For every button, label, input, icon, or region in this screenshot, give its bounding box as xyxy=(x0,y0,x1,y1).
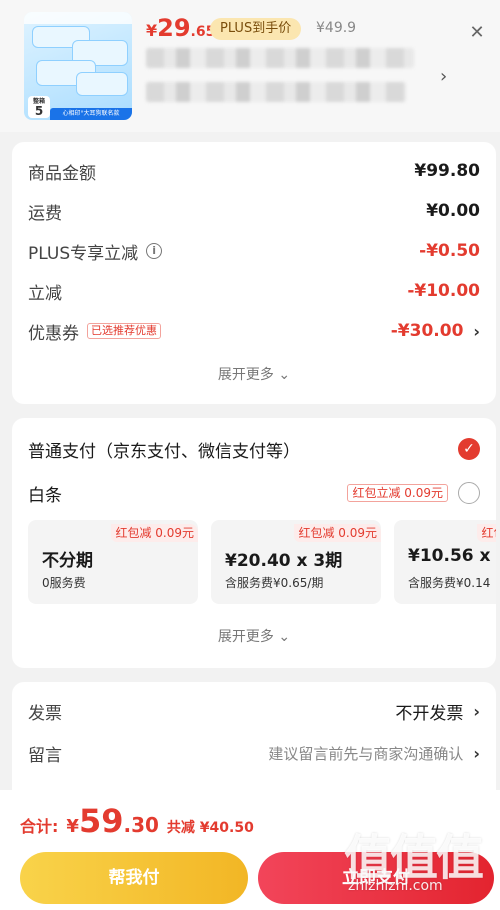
plan-main-text: 不分期 xyxy=(42,551,93,571)
chevron-right-icon: › xyxy=(473,701,480,721)
summary-value: ¥99.80 xyxy=(414,161,480,181)
payment-option-normal[interactable]: 普通支付（京东支付、微信支付等） ✓ xyxy=(28,434,480,464)
chevron-right-icon: › xyxy=(473,321,480,341)
original-price: ¥49.9 xyxy=(316,20,357,36)
invoice-label: 发票 xyxy=(28,703,62,724)
summary-row-plus: PLUS专享立减 i -¥0.50 xyxy=(28,236,480,266)
expand-more-label: 展开更多 xyxy=(217,367,274,383)
order-extra-card: 发票 不开发票 › 留言 建议留言前先与商家沟通确认 › xyxy=(12,682,496,802)
price-summary-card: 商品金额 ¥99.80 运费 ¥0.00 PLUS专享立减 i -¥0.50 立… xyxy=(12,142,496,404)
summary-value-wrap: -¥30.00 › xyxy=(391,321,480,341)
order-total: 合计: ¥ 59 .30 共减 ¥40.50 xyxy=(20,802,254,840)
total-currency: ¥ xyxy=(66,816,79,837)
total-saved: 共减 ¥40.50 xyxy=(166,820,254,836)
summary-row-discount: 立减 -¥10.00 xyxy=(28,276,480,306)
summary-value: -¥30.00 xyxy=(390,321,464,341)
thumbnail-band: 心相印°大耳狗联名款 xyxy=(50,108,132,120)
summary-label: 优惠券 xyxy=(28,323,79,344)
plus-price-tag: PLUS到手价 xyxy=(210,18,302,40)
plan-sub-text: 含服务费¥0.65/期 xyxy=(225,576,324,590)
info-icon[interactable]: i xyxy=(146,243,163,259)
plan-promo-tag: 红包减 0.09元 xyxy=(111,524,198,542)
baitiao-promo-tag: 红包立减 0.09元 xyxy=(347,484,448,502)
product-spec-blurred xyxy=(146,82,406,102)
total-label: 合计: xyxy=(20,817,59,836)
product-title-blurred xyxy=(146,48,414,68)
expand-more-button[interactable]: 展开更多 ⌄ xyxy=(12,364,496,384)
summary-value: -¥10.00 xyxy=(407,281,480,301)
product-thumbnail[interactable]: 整箱 5 心相印°大耳狗联名款 xyxy=(24,12,132,120)
summary-row-goods: 商品金额 ¥99.80 xyxy=(28,156,480,186)
checkout-bar: 合计: ¥ 59 .30 共减 ¥40.50 帮我付 立即支付 xyxy=(0,790,500,910)
plan-main-text: ¥20.40 x 3期 xyxy=(225,551,343,571)
message-row[interactable]: 留言 建议留言前先与商家沟通确认 › xyxy=(28,738,480,768)
message-field[interactable]: 建议留言前先与商家沟通确认 › xyxy=(268,743,480,764)
summary-row-coupon[interactable]: 优惠券 已选推荐优惠 -¥30.00 › xyxy=(28,316,480,346)
installment-plan-option[interactable]: 红包减 0.09元 ¥10.56 x 含服务费¥0.14 xyxy=(394,520,496,604)
coupon-tag: 已选推荐优惠 xyxy=(87,323,161,339)
total-integer: 59 xyxy=(78,802,124,840)
plan-sub-text: 0服务费 xyxy=(42,576,86,590)
expand-more-label: 展开更多 xyxy=(217,629,274,645)
total-decimal: .30 xyxy=(123,813,159,837)
thumbnail-qty: 5 xyxy=(34,104,44,118)
payment-option-label: 普通支付（京东支付、微信支付等） xyxy=(28,441,300,462)
message-placeholder: 建议留言前先与商家沟通确认 xyxy=(268,744,464,763)
thumbnail-pack xyxy=(76,72,128,96)
summary-label: 商品金额 xyxy=(28,163,96,184)
chevron-right-icon[interactable]: › xyxy=(440,66,447,87)
price-currency: ¥ xyxy=(146,21,158,40)
chevron-down-icon: ⌄ xyxy=(278,629,291,645)
price-integer: 29 xyxy=(157,14,191,42)
plan-sub-text: 含服务费¥0.14 xyxy=(408,576,491,590)
payment-option-label: 白条 xyxy=(28,485,62,506)
installment-plans[interactable]: 红包减 0.09元 不分期 0服务费 红包减 0.09元 ¥20.40 x 3期… xyxy=(28,520,496,606)
summary-value: ¥0.00 xyxy=(426,201,480,221)
help-pay-button[interactable]: 帮我付 xyxy=(20,852,248,904)
chevron-down-icon: ⌄ xyxy=(278,367,291,383)
checkmark-icon[interactable]: ✓ xyxy=(458,438,480,460)
plan-promo-tag: 红包减 0.09元 xyxy=(294,524,381,542)
radio-unchecked-icon[interactable] xyxy=(458,482,480,504)
product-header[interactable]: 整箱 5 心相印°大耳狗联名款 ¥ 29 .65 PLUS到手价 ¥49.9 ✕ … xyxy=(0,0,500,132)
summary-label: 运费 xyxy=(28,203,62,224)
installment-plan-option[interactable]: 红包减 0.09元 ¥20.40 x 3期 含服务费¥0.65/期 xyxy=(211,520,381,604)
summary-row-shipping: 运费 ¥0.00 xyxy=(28,196,480,226)
summary-label-wrap: 优惠券 已选推荐优惠 xyxy=(28,319,161,344)
product-price: ¥ 29 .65 xyxy=(146,14,215,42)
summary-label-wrap: PLUS专享立减 i xyxy=(28,239,163,264)
baitiao-right: 红包立减 0.09元 xyxy=(347,482,480,504)
invoice-value-wrap: 不开发票 › xyxy=(395,699,480,724)
plan-promo-tag: 红包减 0.09元 xyxy=(477,524,496,542)
close-icon[interactable]: ✕ xyxy=(466,22,488,44)
thumbnail-qty-badge: 整箱 5 xyxy=(28,96,50,118)
installment-plan-option[interactable]: 红包减 0.09元 不分期 0服务费 xyxy=(28,520,198,604)
summary-label: 立减 xyxy=(28,283,62,304)
invoice-row[interactable]: 发票 不开发票 › xyxy=(28,696,480,726)
plan-main-text: ¥10.56 x xyxy=(408,546,491,566)
chevron-right-icon: › xyxy=(473,743,480,763)
payment-option-baitiao[interactable]: 白条 红包立减 0.09元 xyxy=(28,478,480,508)
summary-label: PLUS专享立减 xyxy=(28,243,139,264)
pay-now-button[interactable]: 立即支付 xyxy=(258,852,494,904)
expand-more-button[interactable]: 展开更多 ⌄ xyxy=(12,626,496,646)
payment-method-card: 普通支付（京东支付、微信支付等） ✓ 白条 红包立减 0.09元 红包减 0.0… xyxy=(12,418,496,668)
message-label: 留言 xyxy=(28,745,62,766)
invoice-value: 不开发票 xyxy=(395,703,464,724)
thumbnail-brand-strip xyxy=(24,12,132,24)
summary-value: -¥0.50 xyxy=(419,241,480,261)
